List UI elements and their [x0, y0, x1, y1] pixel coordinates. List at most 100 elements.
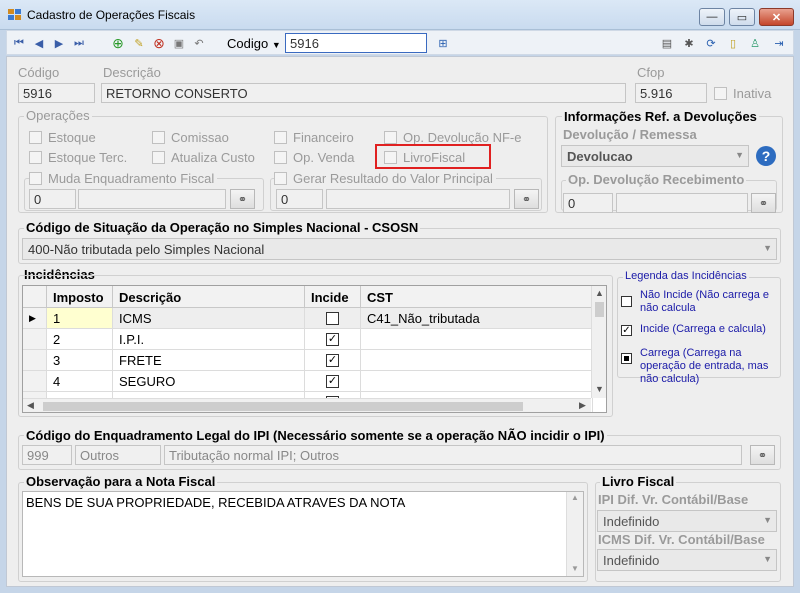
col-cst[interactable]: CST: [361, 286, 593, 308]
op-dev-receb-code-field[interactable]: 0: [563, 193, 613, 213]
muda-enq-checkbox[interactable]: Muda Enquadramento Fiscal: [29, 171, 218, 186]
gerar-resultado-code-field[interactable]: 0: [276, 189, 323, 209]
legend-filled-icon: [621, 353, 632, 364]
cfop-field[interactable]: 5.916: [635, 83, 707, 103]
next-icon: ▶: [54, 37, 64, 50]
checkbox-icon: [274, 151, 287, 164]
save-button[interactable]: ▣: [171, 35, 187, 51]
last-record-button[interactable]: ⏭: [71, 35, 87, 51]
search-button[interactable]: ⊞: [435, 35, 451, 51]
observacao-scrollbar[interactable]: ▲ ▼: [566, 492, 583, 576]
ipi-codigo-field[interactable]: 999: [22, 445, 72, 465]
cst-cell[interactable]: [361, 371, 593, 392]
descricao-cell[interactable]: I.P.I.: [113, 329, 305, 350]
next-record-button[interactable]: ▶: [51, 35, 67, 51]
search-input[interactable]: 5916: [285, 33, 427, 53]
scroll-down-icon: ▼: [571, 564, 579, 573]
note-button[interactable]: ▯: [725, 35, 741, 51]
checkbox-icon: [384, 151, 397, 164]
muda-enq-desc-field[interactable]: [78, 189, 226, 209]
scroll-thumb[interactable]: [595, 302, 604, 317]
edit-button[interactable]: ✎: [131, 35, 147, 51]
op-venda-checkbox[interactable]: Op. Venda: [274, 150, 354, 165]
devolucoes-title: Informações Ref. a Devoluções: [562, 109, 759, 124]
maximize-button[interactable]: ▭: [729, 8, 755, 26]
comissao-checkbox[interactable]: Comissao: [152, 130, 229, 145]
imposto-cell[interactable]: 2: [47, 329, 113, 350]
observacao-textarea[interactable]: BENS DE SUA PROPRIEDADE, RECEBIDA ATRAVE…: [22, 491, 584, 577]
dev-remessa-value: Devolucao: [567, 149, 633, 164]
descricao-cell[interactable]: SEGURO: [113, 371, 305, 392]
checkbox-checked-icon: ✓: [326, 375, 339, 388]
undo-button[interactable]: ↶: [191, 35, 207, 51]
table-row[interactable]: 2 I.P.I. ✓: [23, 329, 606, 350]
cst-cell[interactable]: [361, 350, 593, 371]
col-descricao[interactable]: Descrição: [113, 286, 305, 308]
save-icon: ▣: [173, 37, 185, 50]
csosn-select[interactable]: 400-Não tributada pelo Simples Nacional ▼: [22, 238, 777, 260]
descricao-cell[interactable]: FRETE: [113, 350, 305, 371]
op-dev-receb-search-button[interactable]: ⚭: [751, 193, 776, 213]
col-incide[interactable]: Incide: [305, 286, 361, 308]
ipi-descricao-field[interactable]: Tributação normal IPI; Outros: [164, 445, 742, 465]
financeiro-checkbox[interactable]: Financeiro: [274, 130, 354, 145]
livro-icms-select[interactable]: Indefinido ▼: [597, 549, 777, 571]
cfop-label: Cfop: [637, 65, 665, 80]
table-row[interactable]: ▶ 1 ICMS C41_Não_tributada: [23, 308, 606, 329]
scroll-down-icon: ▼: [595, 384, 604, 394]
gerar-resultado-desc-field[interactable]: [326, 189, 510, 209]
gerar-resultado-search-button[interactable]: ⚭: [514, 189, 539, 209]
op-dev-receb-desc-field[interactable]: [616, 193, 748, 213]
estoque-terc-checkbox[interactable]: Estoque Terc.: [29, 150, 127, 165]
col-imposto[interactable]: Imposto: [47, 286, 113, 308]
scroll-thumb[interactable]: [43, 402, 523, 411]
op-devolucao-nfe-checkbox[interactable]: Op. Devolução NF-e: [384, 130, 522, 145]
dropdown-arrow-icon: ▼: [271, 40, 281, 50]
cst-cell[interactable]: [361, 329, 593, 350]
new-button[interactable]: ⊕: [110, 35, 126, 51]
table-row[interactable]: 3 FRETE ✓: [23, 350, 606, 371]
livro-ipi-select[interactable]: Indefinido ▼: [597, 510, 777, 532]
operacoes-title: Operações: [24, 108, 92, 123]
user-button[interactable]: ♙: [747, 35, 763, 51]
codigo-field[interactable]: 5916: [18, 83, 95, 103]
previous-record-button[interactable]: ◀: [31, 35, 47, 51]
descricao-label: Descrição: [103, 65, 161, 80]
tools-button[interactable]: ✱: [681, 35, 697, 51]
descricao-field[interactable]: RETORNO CONSERTO: [101, 83, 626, 103]
incide-cell[interactable]: ✓: [305, 371, 361, 392]
first-record-button[interactable]: ⏮: [11, 35, 27, 51]
atualiza-custo-checkbox[interactable]: Atualiza Custo: [152, 150, 255, 165]
muda-enq-search-button[interactable]: ⚭: [230, 189, 255, 209]
delete-button[interactable]: ⊗: [151, 35, 167, 51]
minimize-button[interactable]: —: [699, 8, 725, 26]
vertical-scrollbar[interactable]: ▲ ▼: [591, 286, 606, 398]
table-row[interactable]: 4 SEGURO ✓: [23, 371, 606, 392]
report-button[interactable]: ▤: [659, 35, 675, 51]
exit-button[interactable]: ⇥: [771, 35, 787, 51]
dev-remessa-select[interactable]: Devolucao ▼: [561, 145, 749, 167]
ipi-search-button[interactable]: ⚭: [750, 445, 775, 465]
ipi-grupo-field[interactable]: Outros: [75, 445, 161, 465]
imposto-cell[interactable]: 1: [47, 308, 113, 329]
incide-cell[interactable]: ✓: [305, 329, 361, 350]
search-field-selector[interactable]: Codigo ▼: [227, 36, 281, 51]
help-button[interactable]: ?: [756, 146, 776, 166]
incide-cell[interactable]: ✓: [305, 350, 361, 371]
imposto-cell[interactable]: 4: [47, 371, 113, 392]
livro-fiscal-checkbox[interactable]: LivroFiscal: [384, 150, 465, 165]
descricao-cell[interactable]: ICMS: [113, 308, 305, 329]
estoque-checkbox[interactable]: Estoque: [29, 130, 96, 145]
horizontal-scrollbar[interactable]: ◀ ▶: [23, 398, 591, 412]
muda-enq-code-field[interactable]: 0: [29, 189, 76, 209]
close-button[interactable]: ✕: [759, 8, 794, 26]
dropdown-arrow-icon: ▼: [763, 515, 772, 525]
incide-cell[interactable]: [305, 308, 361, 329]
cst-cell[interactable]: C41_Não_tributada: [361, 308, 593, 329]
inativa-checkbox[interactable]: Inativa: [714, 86, 771, 101]
refresh-button[interactable]: ⟳: [703, 35, 719, 51]
gerar-resultado-checkbox[interactable]: Gerar Resultado do Valor Principal: [274, 171, 496, 186]
close-icon: ✕: [771, 11, 782, 24]
imposto-cell[interactable]: 3: [47, 350, 113, 371]
legend-unchecked-icon: [621, 296, 632, 307]
